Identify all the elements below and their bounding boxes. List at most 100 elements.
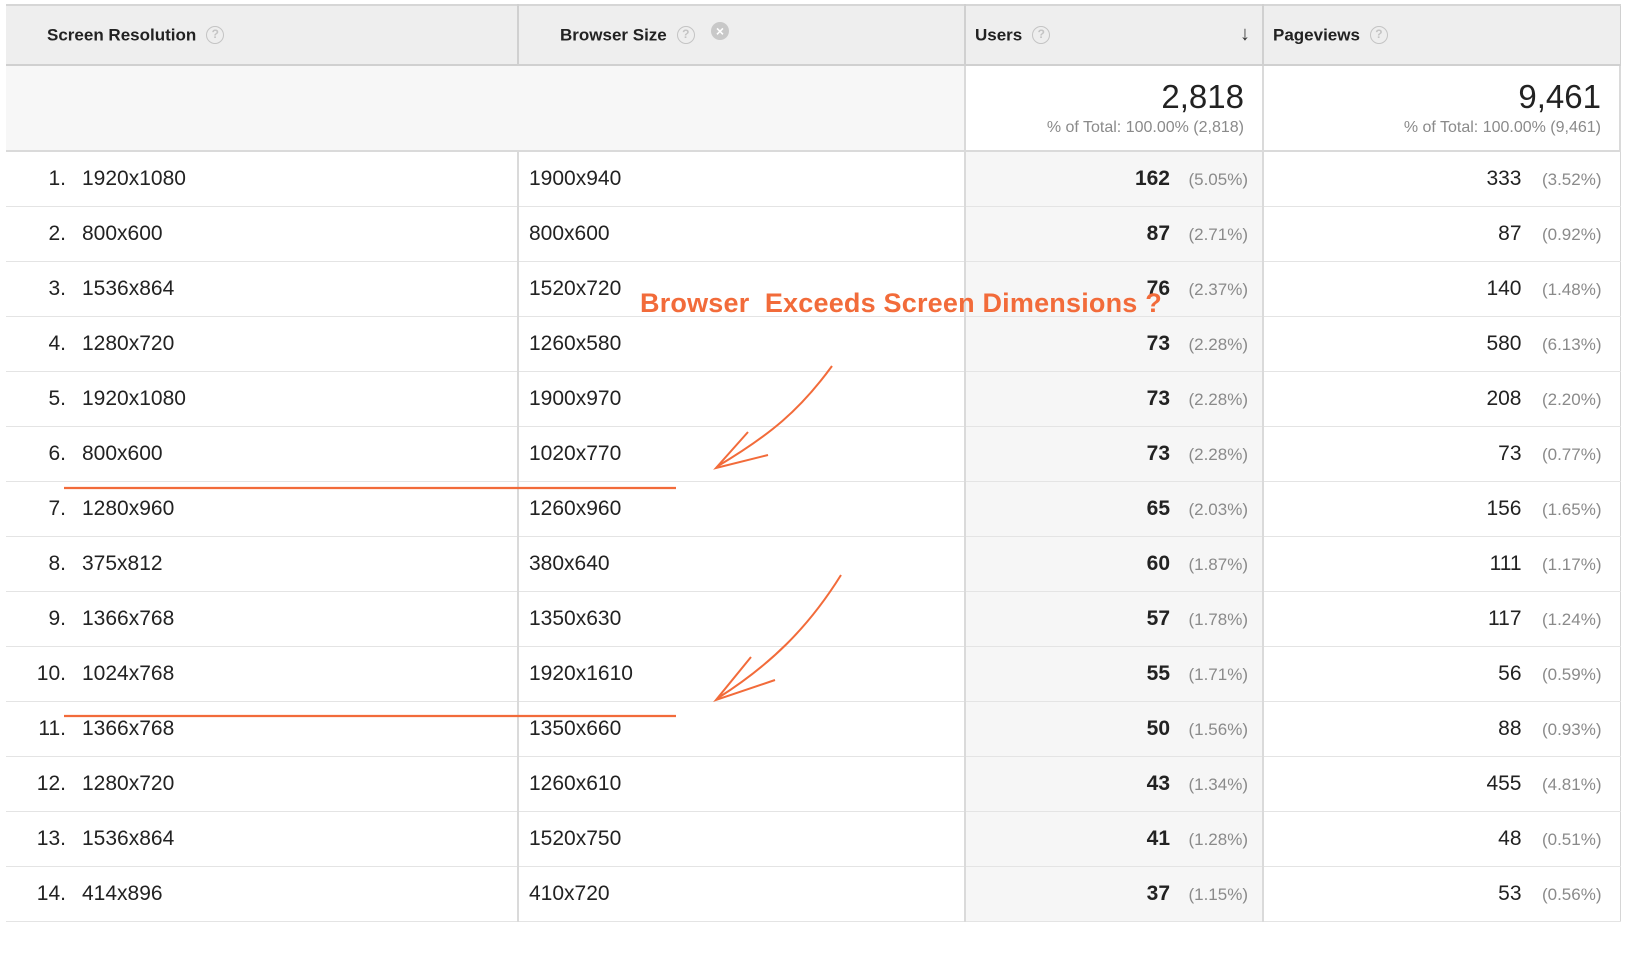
browser-size-cell: 1900x940 (518, 151, 966, 207)
users-cell: 73 (2.28%) (965, 426, 1264, 482)
browser-size-value[interactable]: 380x640 (529, 552, 610, 575)
row-index: 9. (48, 607, 66, 630)
screen-resolution-value[interactable]: 1280x960 (82, 497, 174, 520)
screen-resolution-value[interactable]: 1366x768 (82, 717, 174, 740)
screen-resolution-cell: 5. 1920x1080 (6, 371, 519, 427)
table-row[interactable]: 7. 1280x960 1260x960 65 (2.03%) 156 (1.65%) (6, 481, 1620, 537)
browser-size-value[interactable]: 1260x610 (529, 772, 621, 795)
browser-size-cell: 1260x610 (518, 756, 966, 812)
row-index: 4. (48, 332, 66, 355)
header-row: Screen Resolution? Browser Size? × Users… (6, 5, 1621, 66)
users-cell: 55 (1.71%) (965, 646, 1264, 702)
screen-resolution-cell: 11. 1366x768 (6, 701, 519, 757)
browser-size-cell: 1260x580 (518, 316, 966, 372)
table-row[interactable]: 8. 375x812 380x640 60 (1.87%) 111 (1.17%) (6, 536, 1620, 592)
screen-resolution-value[interactable]: 375x812 (82, 552, 163, 575)
screen-resolution-cell: 7. 1280x960 (6, 481, 519, 537)
browser-size-value[interactable]: 1350x660 (529, 717, 621, 740)
pageviews-value: 48 (1498, 827, 1522, 850)
pageviews-cell: 87 (0.92%) (1263, 206, 1620, 262)
sort-descending-icon[interactable]: ↓ (1240, 24, 1250, 44)
users-percent: (1.87%) (1188, 555, 1248, 574)
screen-resolution-value[interactable]: 1920x1080 (82, 387, 186, 410)
screen-resolution-value[interactable]: 414x896 (82, 882, 163, 905)
screen-resolution-cell: 9. 1366x768 (6, 591, 519, 647)
browser-size-value[interactable]: 1920x1610 (529, 662, 633, 685)
totals-blank-cell (6, 65, 966, 152)
users-value: 50 (1146, 717, 1170, 740)
users-percent: (1.28%) (1188, 830, 1248, 849)
row-index: 10. (36, 662, 66, 685)
screen-resolution-value[interactable]: 1536x864 (82, 827, 174, 850)
table-row[interactable]: 2. 800x600 800x600 87 (2.71%) 87 (0.92%) (6, 206, 1620, 262)
users-header-label: Users (975, 25, 1023, 45)
screen-resolution-value[interactable]: 1280x720 (82, 772, 174, 795)
browser-size-header[interactable]: Browser Size? × (518, 5, 966, 66)
users-total: 2,818 (1161, 78, 1244, 115)
question-mark-icon[interactable]: ? (1369, 26, 1388, 45)
browser-size-value[interactable]: 410x720 (529, 882, 610, 905)
screen-resolution-cell: 3. 1536x864 (6, 261, 519, 317)
pageviews-cell: 111 (1.17%) (1263, 536, 1620, 592)
browser-size-value[interactable]: 1520x720 (529, 277, 621, 300)
row-index: 13. (36, 827, 66, 850)
browser-size-cell: 380x640 (518, 536, 966, 592)
browser-size-value[interactable]: 1900x940 (529, 167, 621, 190)
table-row[interactable]: 6. 800x600 1020x770 73 (2.28%) 73 (0.77%) (6, 426, 1620, 482)
pageviews-percent: (1.24%) (1541, 610, 1602, 629)
browser-size-value[interactable]: 1520x750 (529, 827, 621, 850)
browser-size-value[interactable]: 1350x630 (529, 607, 621, 630)
screen-resolution-cell: 1. 1920x1080 (6, 151, 519, 207)
pageviews-percent: (0.77%) (1541, 445, 1602, 464)
question-mark-icon[interactable]: ? (206, 26, 225, 45)
screen-resolution-cell: 13. 1536x864 (6, 811, 519, 867)
browser-size-value[interactable]: 1260x580 (529, 332, 621, 355)
remove-dimension-icon[interactable]: × (711, 22, 729, 40)
screen-resolution-header[interactable]: Screen Resolution? (6, 5, 519, 66)
users-cell: 41 (1.28%) (965, 811, 1264, 867)
question-mark-icon[interactable]: ? (676, 26, 695, 45)
screen-resolution-value[interactable]: 1920x1080 (82, 167, 186, 190)
users-header[interactable]: Users? ↓ (965, 5, 1264, 66)
pageviews-percent: (3.52%) (1541, 170, 1602, 189)
pageviews-header[interactable]: Pageviews? (1263, 5, 1621, 66)
question-mark-icon[interactable]: ? (1032, 26, 1051, 45)
browser-size-value[interactable]: 800x600 (529, 222, 610, 245)
table-row[interactable]: 12. 1280x720 1260x610 43 (1.34%) 455 (4.81%) (6, 756, 1620, 812)
browser-size-header-label: Browser Size (560, 25, 667, 45)
pageviews-cell: 117 (1.24%) (1263, 591, 1620, 647)
screen-resolution-cell: 6. 800x600 (6, 426, 519, 482)
browser-size-cell: 800x600 (518, 206, 966, 262)
table-row[interactable]: 9. 1366x768 1350x630 57 (1.78%) 117 (1.24%) (6, 591, 1620, 647)
screen-resolution-value[interactable]: 1536x864 (82, 277, 174, 300)
pageviews-cell: 156 (1.65%) (1263, 481, 1620, 537)
pageviews-cell: 73 (0.77%) (1263, 426, 1620, 482)
users-cell: 162 (5.05%) (965, 151, 1264, 207)
pageviews-cell: 48 (0.51%) (1263, 811, 1620, 867)
row-index: 5. (48, 387, 66, 410)
row-index: 11. (38, 717, 66, 740)
table-row[interactable]: 5. 1920x1080 1900x970 73 (2.28%) 208 (2.20%) (6, 371, 1620, 427)
table-row[interactable]: 10. 1024x768 1920x1610 55 (1.71%) 56 (0.59%) (6, 646, 1620, 702)
screen-resolution-value[interactable]: 800x600 (82, 442, 163, 465)
browser-size-value[interactable]: 1900x970 (529, 387, 621, 410)
users-percent: (2.03%) (1188, 500, 1248, 519)
users-cell: 65 (2.03%) (965, 481, 1264, 537)
totals-row: 2,818 % of Total: 100.00% (2,818) 9,461 … (6, 65, 1621, 152)
browser-size-value[interactable]: 1020x770 (529, 442, 621, 465)
table-row[interactable]: 11. 1366x768 1350x660 50 (1.56%) 88 (0.93%) (6, 701, 1620, 757)
table-row[interactable]: 14. 414x896 410x720 37 (1.15%) 53 (0.56%) (6, 866, 1620, 922)
browser-size-cell: 1900x970 (518, 371, 966, 427)
pageviews-value: 88 (1498, 717, 1522, 740)
pageviews-value: 53 (1498, 882, 1522, 905)
users-value: 57 (1146, 607, 1170, 630)
screen-resolution-value[interactable]: 1366x768 (82, 607, 174, 630)
browser-size-value[interactable]: 1260x960 (529, 497, 621, 520)
table-row[interactable]: 13. 1536x864 1520x750 41 (1.28%) 48 (0.51%) (6, 811, 1620, 867)
screen-resolution-value[interactable]: 1024x768 (82, 662, 174, 685)
table-row[interactable]: 4. 1280x720 1260x580 73 (2.28%) 580 (6.13%) (6, 316, 1620, 372)
users-percent: (5.05%) (1188, 170, 1248, 189)
screen-resolution-value[interactable]: 800x600 (82, 222, 163, 245)
table-row[interactable]: 1. 1920x1080 1900x940 162 (5.05%) 333 (3.52%) (6, 151, 1620, 207)
screen-resolution-value[interactable]: 1280x720 (82, 332, 174, 355)
